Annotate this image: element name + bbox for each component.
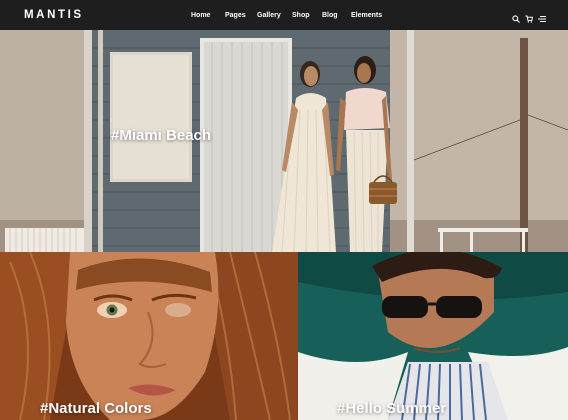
nav-blog[interactable]: Blog [322, 12, 338, 19]
header-icons [512, 10, 546, 23]
site-logo[interactable]: MANTIS [24, 9, 84, 21]
gallery-tile-natural-colors[interactable]: #Natural Colors [0, 252, 298, 420]
nav-pages[interactable]: Pages [225, 12, 246, 19]
hero-photo [0, 30, 568, 252]
man-sunglasses-photo [298, 252, 568, 420]
top-navigation-bar: MANTIS Home Pages Gallery Shop Blog Elem… [0, 0, 568, 30]
nav-elements[interactable]: Elements [351, 12, 382, 19]
hero-image-tile[interactable]: #Miami Beach [0, 30, 568, 252]
nav-gallery[interactable]: Gallery [257, 12, 281, 19]
menu-icon[interactable] [538, 10, 546, 22]
tile-caption-natural-colors[interactable]: #Natural Colors [40, 400, 152, 417]
nav-shop[interactable]: Shop [292, 12, 310, 19]
portrait-photo [0, 252, 298, 420]
hero-caption[interactable]: #Miami Beach [111, 127, 211, 144]
search-icon[interactable] [512, 10, 520, 23]
nav-home[interactable]: Home [191, 12, 210, 19]
gallery-tile-hello-summer[interactable]: #Hello Summer [298, 252, 568, 420]
cart-icon[interactable] [525, 10, 534, 23]
tile-caption-hello-summer[interactable]: #Hello Summer [337, 400, 446, 417]
